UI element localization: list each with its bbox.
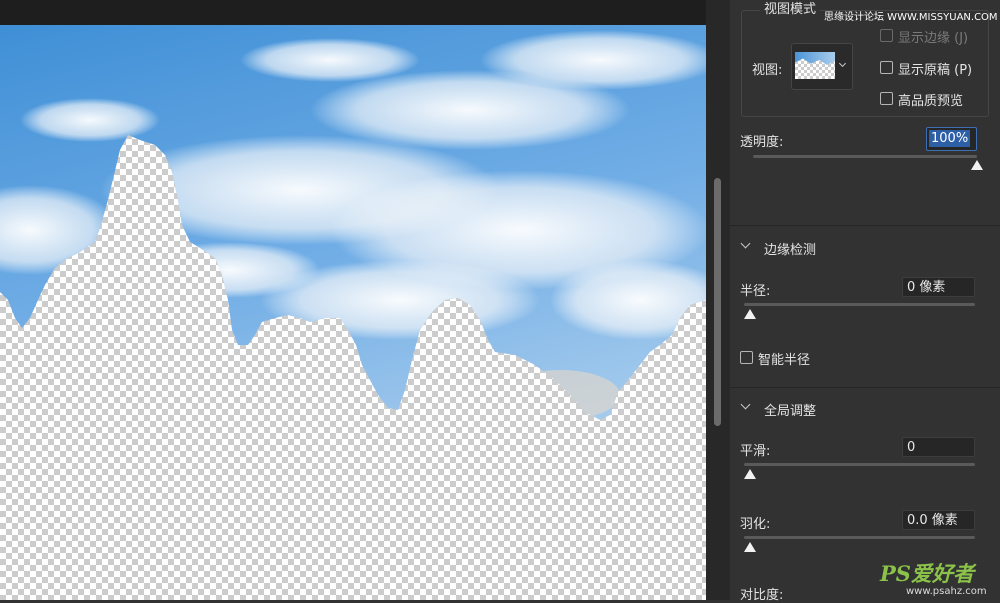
scrollbar-thumb[interactable] <box>714 178 721 426</box>
opacity-value: 100% <box>929 130 971 147</box>
radius-slider-thumb[interactable] <box>744 309 756 319</box>
view-mode-dropdown[interactable] <box>791 43 853 90</box>
high-quality-preview-label: 高品质预览 <box>898 94 964 109</box>
smooth-slider-thumb[interactable] <box>744 469 756 479</box>
chevron-down-icon <box>740 399 751 410</box>
view-mode-title: 视图模式 <box>760 0 821 17</box>
smart-radius-label: 智能半径 <box>758 353 811 368</box>
smooth-label: 平滑: <box>740 444 771 459</box>
feather-slider-track[interactable] <box>744 536 975 539</box>
global-refinements-title: 全局调整 <box>764 404 817 419</box>
canvas-vertical-scrollbar[interactable] <box>706 0 730 600</box>
watermark-logo: PS爱好者 <box>880 561 974 586</box>
view-label: 视图: <box>752 63 783 78</box>
section-divider <box>730 387 1000 388</box>
section-divider <box>730 225 1000 226</box>
contrast-label: 对比度: <box>740 588 784 603</box>
global-refinements-header[interactable]: 全局调整 <box>730 393 1000 421</box>
opacity-slider-thumb[interactable] <box>971 160 983 170</box>
radius-label: 半径: <box>740 284 771 299</box>
feather-slider-thumb[interactable] <box>744 542 756 552</box>
feather-label: 羽化: <box>740 517 771 532</box>
smooth-field[interactable]: 0 <box>902 437 975 457</box>
select-and-mask-properties-panel: 视图模式 视图: 显示边缘 (J) 显示原稿 (P) 高品质预览 透明度: 10… <box>730 0 1000 603</box>
smart-radius-checkbox[interactable] <box>740 351 753 364</box>
document-canvas[interactable] <box>0 25 706 600</box>
radius-field[interactable]: 0 像素 <box>902 277 975 297</box>
show-original-checkbox[interactable] <box>880 61 893 74</box>
high-quality-preview-checkbox[interactable] <box>880 92 893 105</box>
watermark-url: www.psahz.com <box>906 586 987 597</box>
document-top-bar <box>0 0 706 25</box>
edge-detection-title: 边缘检测 <box>764 243 817 258</box>
show-original-label: 显示原稿 (P) <box>898 63 973 78</box>
opacity-label: 透明度: <box>740 135 784 150</box>
show-edges-checkbox[interactable] <box>880 29 893 42</box>
opacity-slider-track[interactable] <box>753 155 977 158</box>
opacity-field[interactable]: 100% <box>926 127 977 151</box>
chevron-down-icon <box>838 59 847 68</box>
edge-detection-header[interactable]: 边缘检测 <box>730 232 1000 260</box>
show-edges-label: 显示边缘 (J) <box>898 31 969 46</box>
watermark-top: 思缘设计论坛 WWW.MISSYUAN.COM <box>824 12 998 23</box>
chevron-down-icon <box>740 238 751 249</box>
sky-image-layer <box>0 25 706 420</box>
feather-field[interactable]: 0.0 像素 <box>902 510 975 530</box>
view-thumbnail <box>795 52 835 79</box>
smooth-slider-track[interactable] <box>744 463 975 466</box>
radius-slider-track[interactable] <box>744 303 975 306</box>
